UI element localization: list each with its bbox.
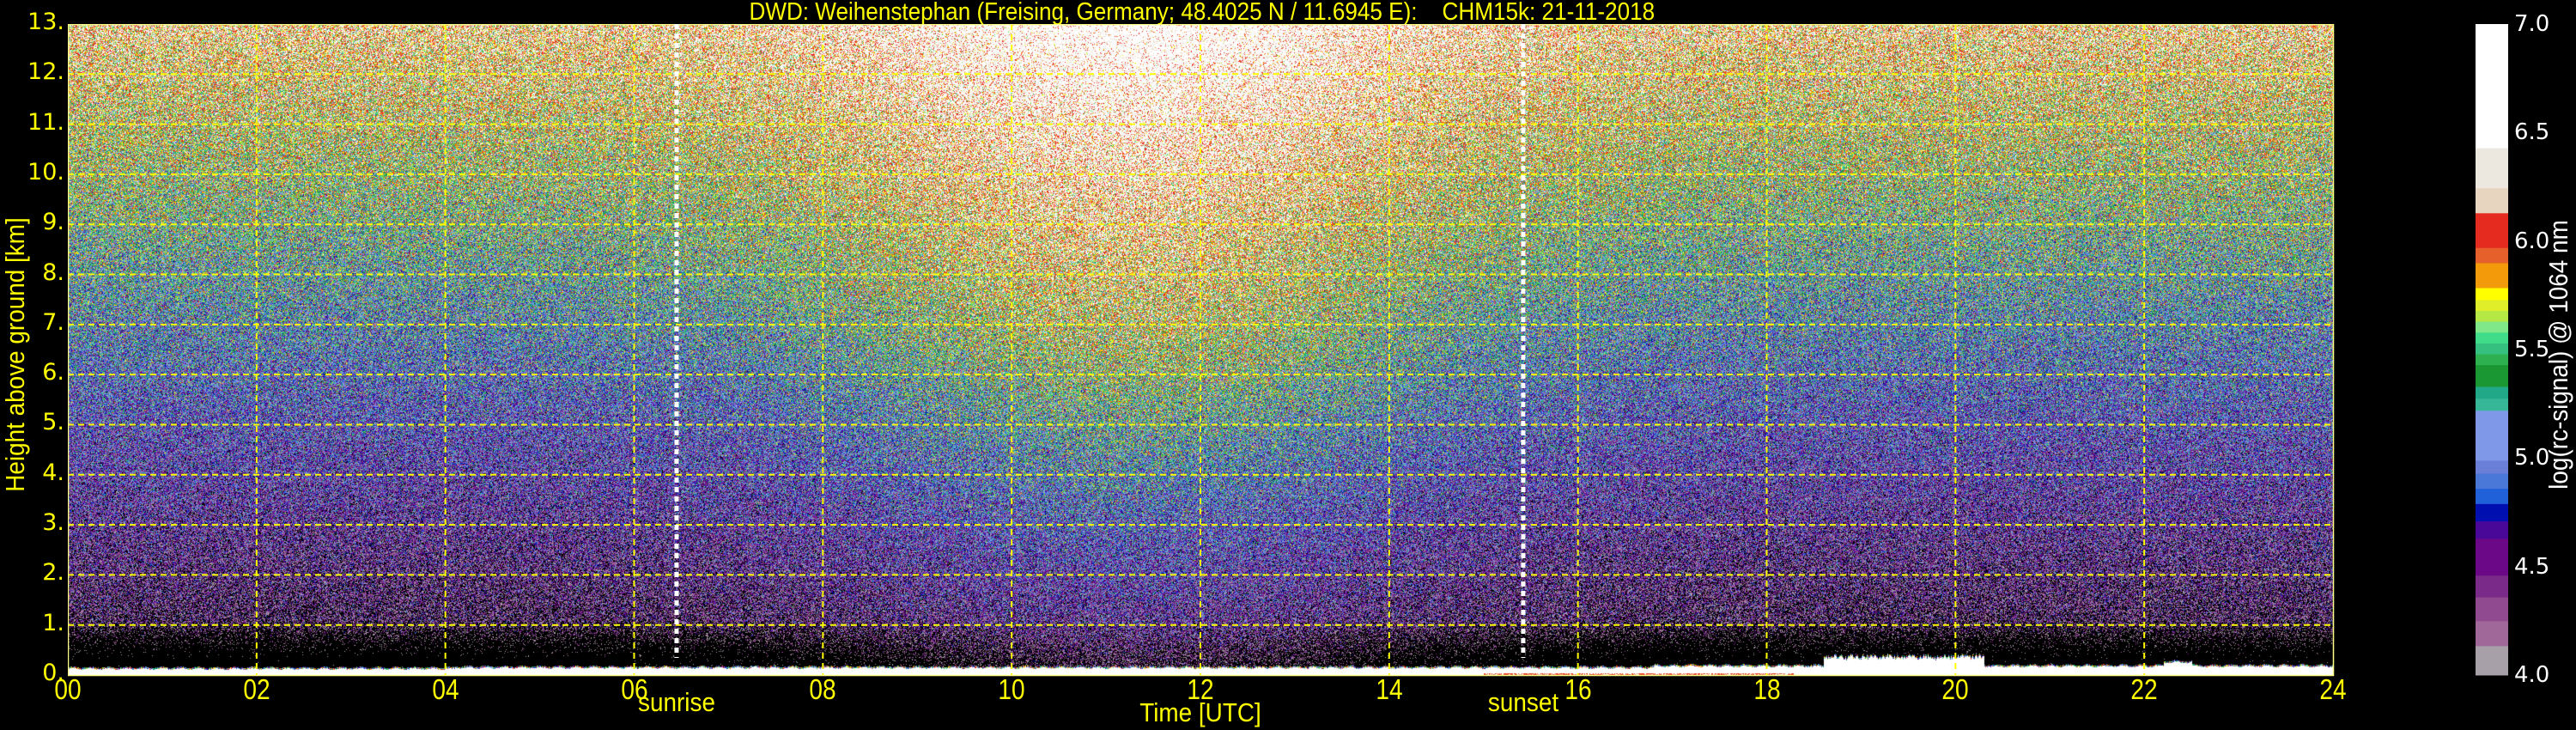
colorbar-segment [2476,332,2508,344]
sunset-label: sunset [1487,687,1559,717]
x-tick-label: 14 [1376,673,1403,705]
colorbar-segment [2476,247,2508,264]
y-axis-label: Height above ground [km] [0,217,30,492]
colorbar-segment [2476,212,2508,248]
y-tick-label: 1. [42,609,64,636]
colorbar-segment [2476,520,2508,539]
x-tick-label: 18 [1753,673,1781,705]
x-tick-label: 08 [809,673,836,705]
colorbar-tick-label: 4.0 [2514,662,2550,688]
x-tick-label: 16 [1564,673,1592,705]
colorbar-segment [2476,354,2508,366]
colorbar-segment [2476,299,2508,312]
colorbar [2476,24,2508,676]
colorbar-segment [2476,343,2508,355]
y-tick-label: 2. [42,559,64,587]
colorbar-label: log(rc-signal) @ 1064 nm [2543,220,2573,490]
colorbar-segment [2476,597,2508,622]
colorbar-segment [2476,398,2508,411]
y-tick-label: 11. [27,108,64,136]
chart-title: DWD: Weihenstephan (Freising, Germany; 4… [749,0,1656,26]
colorbar-tick-label: 4.5 [2514,553,2550,580]
colorbar-segment [2476,575,2508,598]
y-tick-label: 13. [27,9,64,35]
colorbar-segment [2476,148,2508,189]
colorbar-tick-label: 6.5 [2514,119,2550,146]
colorbar-segment [2476,459,2508,474]
colorbar-tick-label: 7.0 [2514,11,2550,37]
colorbar-segment [2476,187,2508,214]
colorbar-segment [2476,287,2508,301]
colorbar-segment [2476,310,2508,322]
colorbar-segment [2476,488,2508,504]
colorbar-segment [2476,645,2508,676]
colorbar-segment [2476,386,2508,399]
colorbar-segment [2476,503,2508,522]
y-tick-label: 12. [27,58,64,86]
x-tick-label: 04 [432,673,459,705]
x-tick-label: 22 [2130,673,2158,705]
x-axis-label: Time [UTC] [1139,697,1261,727]
colorbar-segment [2476,473,2508,490]
x-tick-label: 02 [243,673,270,705]
y-tick-label: 3. [42,509,64,537]
x-tick-label: 00 [54,673,82,705]
colorbar-segment [2476,321,2508,333]
colorbar-segment [2476,24,2508,149]
sunrise-label: sunrise [637,687,715,717]
colorbar-segment [2476,262,2508,289]
colorbar-segment [2476,620,2508,647]
y-tick-label: 10. [27,158,64,186]
x-tick-label: 20 [1941,673,1969,705]
x-tick-label: 24 [2319,673,2347,705]
colorbar-segment [2476,364,2508,387]
plot-overlay [68,24,2335,677]
colorbar-segment [2476,538,2508,576]
x-tick-label: 10 [998,673,1025,705]
colorbar-segment [2476,410,2508,461]
